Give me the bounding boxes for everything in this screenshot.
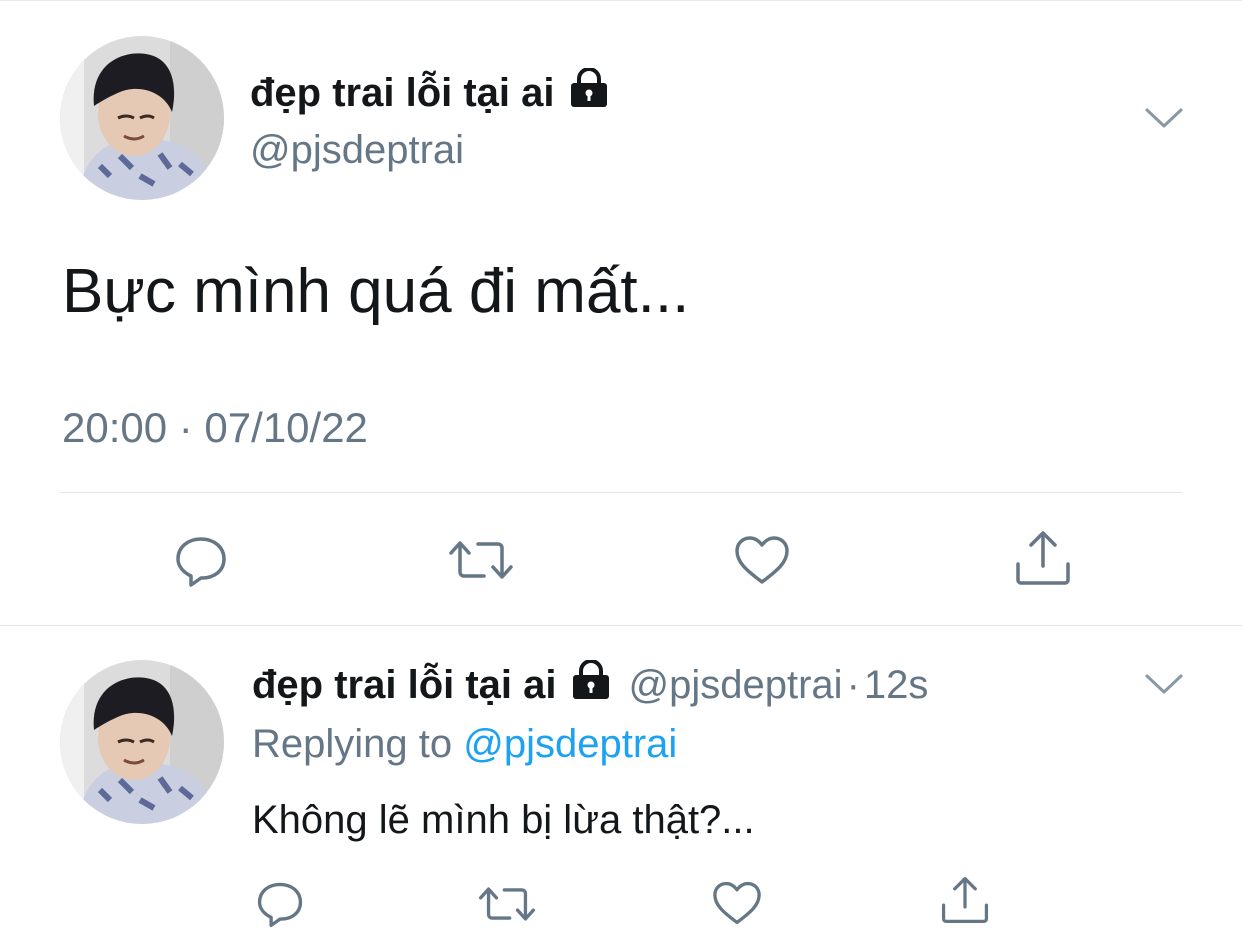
reply-header: đẹp trai lỗi tại ai @pjsdeptrai · 12s <box>252 659 929 710</box>
avatar[interactable] <box>60 36 224 200</box>
reply-author-name-text: đẹp trai lỗi tại ai <box>252 662 557 707</box>
reply-time[interactable]: 12s <box>864 663 929 708</box>
replying-to-line: Replying to @pjsdeptrai <box>252 722 677 767</box>
tweet-text: Bực mình quá đi mất... <box>62 257 690 326</box>
reply-icon[interactable] <box>256 880 304 928</box>
author-handle[interactable]: @pjsdeptrai <box>250 128 464 173</box>
reply-author-handle[interactable]: @pjsdeptrai <box>629 663 843 708</box>
reply-text: Không lẽ mình bị lừa thật?... <box>252 798 755 842</box>
like-icon[interactable] <box>734 534 790 586</box>
author-name[interactable]: đẹp trai lỗi tại ai <box>250 67 611 118</box>
author-name-text: đẹp trai lỗi tại ai <box>250 70 555 115</box>
separator-dot: · <box>846 662 860 707</box>
timestamp[interactable]: 20:00 · 07/10/22 <box>62 404 368 452</box>
section-divider <box>0 625 1242 626</box>
retweet-icon[interactable] <box>448 536 514 584</box>
retweet-icon[interactable] <box>478 882 536 926</box>
replying-to-mention[interactable]: @pjsdeptrai <box>463 722 677 766</box>
reply-avatar[interactable] <box>60 660 224 824</box>
replying-prefix: Replying to <box>252 722 453 766</box>
chevron-down-icon[interactable] <box>1144 104 1184 137</box>
divider <box>60 492 1182 493</box>
reply-author-name[interactable]: đẹp trai lỗi tại ai <box>252 659 613 710</box>
reply-icon[interactable] <box>174 534 228 588</box>
share-icon[interactable] <box>1014 530 1072 586</box>
like-icon[interactable] <box>712 880 762 926</box>
share-icon[interactable] <box>940 876 990 924</box>
lock-icon <box>567 67 611 118</box>
chevron-down-icon[interactable] <box>1144 670 1184 703</box>
top-divider <box>0 0 1242 1</box>
lock-icon <box>569 659 613 710</box>
